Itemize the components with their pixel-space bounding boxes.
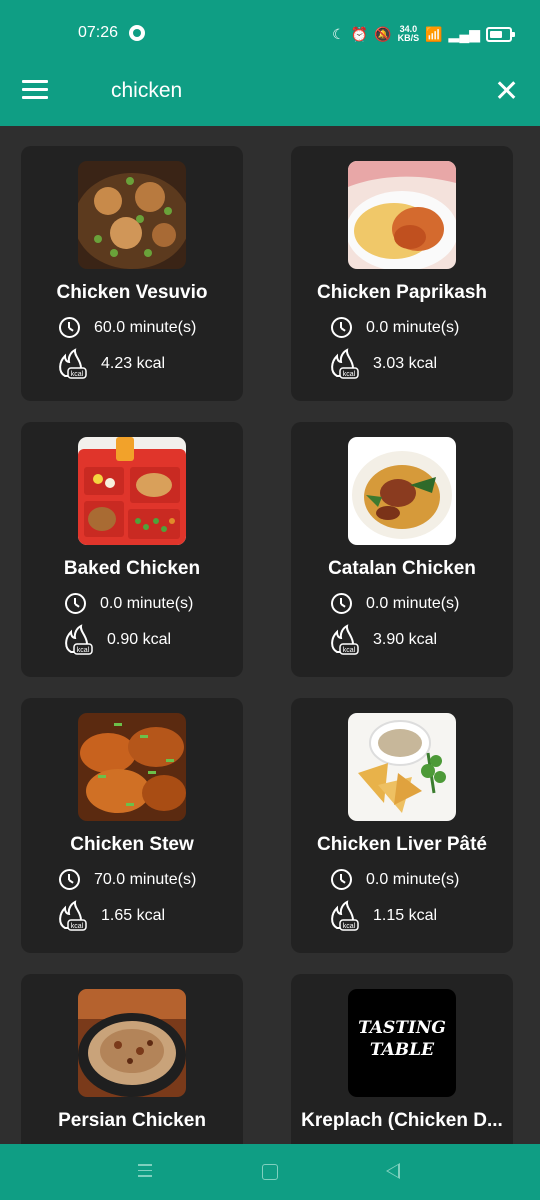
- recipe-calories: kcal 3.90 kcal: [327, 624, 437, 656]
- clock-icon: [59, 869, 80, 890]
- recipe-time: 0.0 minute(s): [65, 593, 193, 614]
- dnd-moon-icon: ☾: [332, 25, 345, 42]
- search-query[interactable]: chicken: [111, 79, 182, 103]
- clock-icon: [331, 869, 352, 890]
- wifi-icon: 📶: [425, 25, 443, 42]
- network-speed-unit: KB/S: [397, 33, 420, 43]
- status-time: 07:26: [78, 24, 119, 41]
- kcal-badge-label: kcal: [71, 371, 84, 378]
- recipe-grid: Chicken Vesuvio 60.0 minute(s) kcal 4.23…: [0, 126, 540, 1144]
- recipe-kcal-value: 3.03 kcal: [373, 355, 438, 372]
- app-bar: chicken ✕: [0, 62, 540, 126]
- kcal-badge-label: kcal: [343, 647, 356, 654]
- recipe-image: [348, 161, 456, 269]
- kcal-flame-icon: kcal: [59, 900, 87, 931]
- recipe-title: Chicken Stew: [70, 834, 194, 855]
- recipe-title: Chicken Paprikash: [316, 282, 488, 303]
- kcal-badge-label: kcal: [343, 371, 356, 378]
- recipe-calories: kcal 4.23 kcal: [55, 348, 165, 380]
- recipe-card[interactable]: Persian Chicken: [21, 974, 243, 1144]
- system-navigation-bar: [0, 1144, 540, 1200]
- kcal-flame-icon: kcal: [331, 624, 359, 655]
- recipe-time: 0.0 minute(s): [331, 317, 459, 338]
- recipe-calories: kcal 1.15 kcal: [327, 900, 437, 932]
- kcal-flame-icon: kcal: [331, 900, 359, 931]
- recipe-card[interactable]: Chicken Stew 70.0 minute(s) kcal 1.65 kc…: [21, 698, 243, 953]
- recipe-title: Persian Chicken: [58, 1110, 206, 1131]
- clock-icon: [331, 317, 352, 338]
- clock-icon: [59, 317, 80, 338]
- back-button-icon[interactable]: [386, 1163, 400, 1179]
- recipe-time: 60.0 minute(s): [59, 317, 196, 338]
- recipe-title: Kreplach (Chicken D...: [301, 1110, 503, 1131]
- recipe-image: [78, 161, 186, 269]
- kcal-flame-icon: kcal: [65, 624, 93, 655]
- recipe-title: Chicken Liver Pâté: [316, 834, 488, 855]
- recipe-calories: kcal 3.03 kcal: [327, 348, 437, 380]
- clock-icon: [331, 593, 352, 614]
- clock-icon: [65, 593, 86, 614]
- tasting-table-logo-line1: TASTING: [358, 1018, 446, 1038]
- recipe-kcal-value: 1.15 kcal: [373, 907, 438, 924]
- recipe-calories: kcal 1.65 kcal: [55, 900, 165, 932]
- alarm-icon: ⏰: [350, 25, 369, 42]
- recipe-time: 0.0 minute(s): [331, 869, 459, 890]
- network-speed: 34.0 KB/S: [398, 25, 420, 43]
- recipe-time: 70.0 minute(s): [59, 869, 196, 890]
- recipe-image: TASTING TABLE: [348, 989, 456, 1097]
- recipe-card[interactable]: Baked Chicken 0.0 minute(s) kcal 0.90 kc…: [21, 422, 243, 677]
- recipe-image: [348, 713, 456, 821]
- recipe-image: [78, 989, 186, 1097]
- recipe-image: [348, 437, 456, 545]
- recipe-time-value: 0.0 minute(s): [366, 870, 460, 888]
- home-button-icon[interactable]: [262, 1164, 278, 1180]
- close-search-icon[interactable]: ✕: [494, 77, 519, 107]
- recipe-time: 0.0 minute(s): [331, 593, 459, 614]
- recipe-time-value: 0.0 minute(s): [100, 594, 194, 612]
- signal-icon: ▂▄▆: [448, 25, 480, 42]
- recipe-image: [78, 437, 186, 545]
- recipe-card[interactable]: Chicken Paprikash 0.0 minute(s) kcal 3.0…: [291, 146, 513, 401]
- kcal-flame-icon: kcal: [59, 348, 87, 379]
- kcal-badge-label: kcal: [343, 923, 356, 930]
- recents-button-icon[interactable]: [138, 1164, 152, 1178]
- recipe-kcal-value: 4.23 kcal: [101, 355, 166, 372]
- recipe-image: [78, 713, 186, 821]
- mute-icon: 🔕: [374, 25, 392, 42]
- recipe-time-value: 60.0 minute(s): [94, 318, 197, 336]
- recipe-title: Chicken Vesuvio: [56, 282, 208, 303]
- recipe-card[interactable]: Catalan Chicken 0.0 minute(s) kcal 3.90 …: [291, 422, 513, 677]
- recipe-card[interactable]: Chicken Vesuvio 60.0 minute(s) kcal 4.23…: [21, 146, 243, 401]
- battery-icon: [486, 26, 515, 42]
- kcal-badge-label: kcal: [71, 923, 84, 930]
- status-icons: ☾ ⏰ 🔕 34.0 KB/S 📶 ▂▄▆: [332, 22, 515, 46]
- recipe-time-value: 0.0 minute(s): [366, 594, 460, 612]
- recipe-time-value: 70.0 minute(s): [94, 870, 197, 888]
- tasting-table-logo-line2: TABLE: [369, 1040, 435, 1060]
- recipe-time-value: 0.0 minute(s): [366, 318, 460, 336]
- recipe-kcal-value: 3.90 kcal: [373, 631, 438, 648]
- recipe-kcal-value: 1.65 kcal: [101, 907, 166, 924]
- message-notification-icon: [129, 25, 145, 41]
- recipe-calories: kcal 0.90 kcal: [61, 624, 171, 656]
- recipe-card[interactable]: Chicken Liver Pâté 0.0 minute(s) kcal 1.…: [291, 698, 513, 953]
- kcal-badge-label: kcal: [77, 647, 90, 654]
- recipe-title: Catalan Chicken: [328, 558, 476, 579]
- status-bar: 07:26 ☾ ⏰ 🔕 34.0 KB/S 📶 ▂▄▆: [0, 0, 540, 62]
- recipe-title: Baked Chicken: [63, 558, 201, 579]
- recipe-card[interactable]: TASTING TABLE Kreplach (Chicken D...: [291, 974, 513, 1144]
- hamburger-menu-icon[interactable]: [22, 80, 48, 106]
- kcal-flame-icon: kcal: [331, 348, 359, 379]
- recipe-kcal-value: 0.90 kcal: [107, 631, 172, 648]
